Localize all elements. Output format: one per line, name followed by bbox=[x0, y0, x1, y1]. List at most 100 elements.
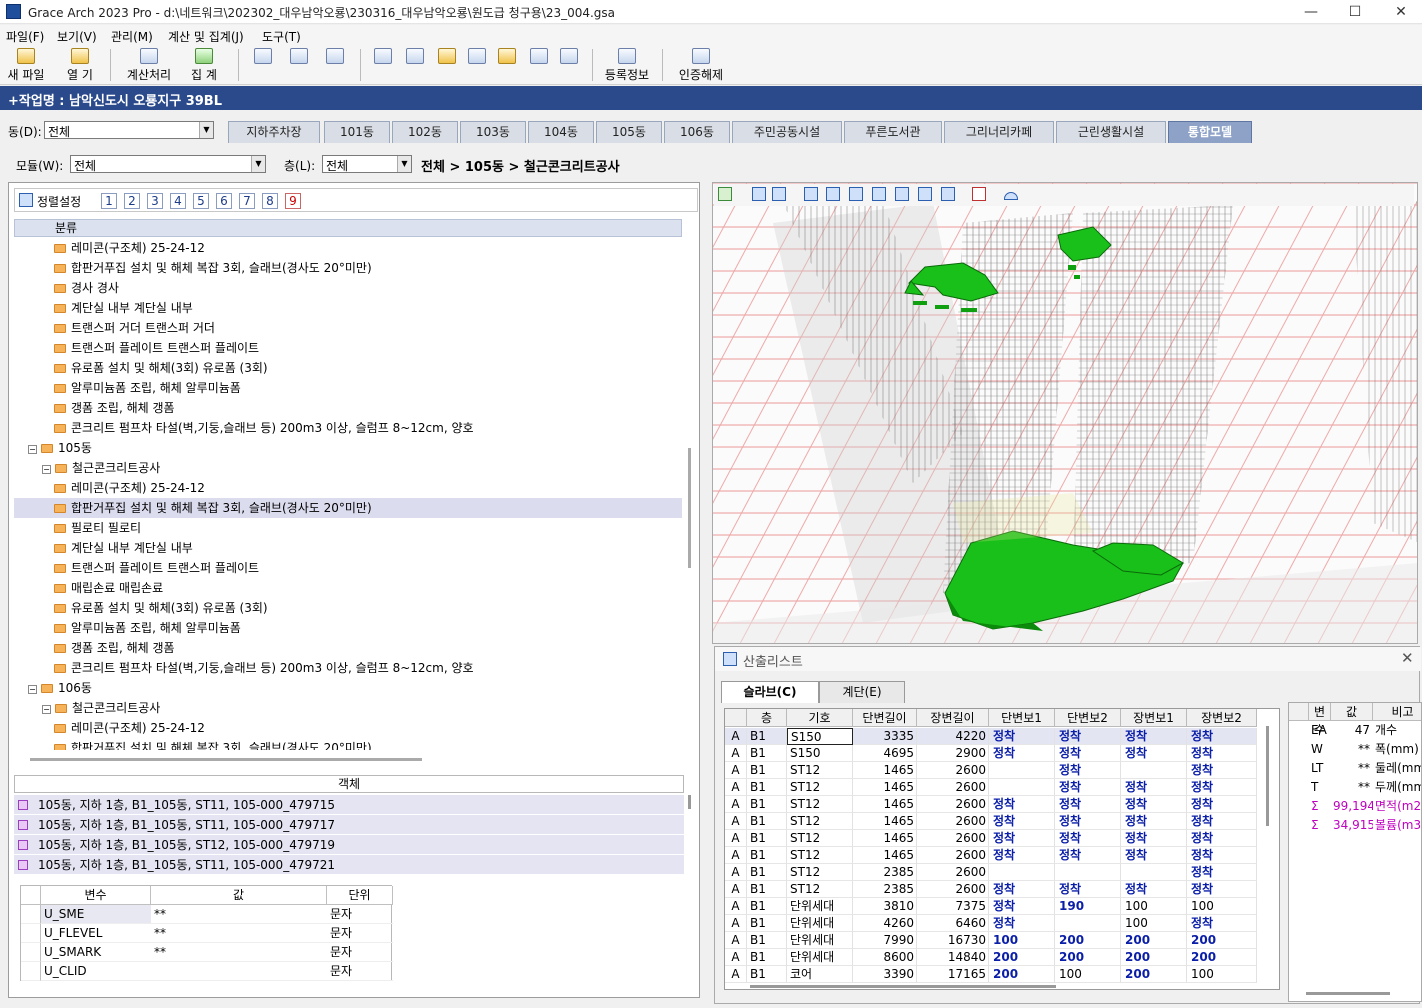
calc-col-header[interactable]: 장변길이 bbox=[917, 709, 989, 727]
module-select[interactable]: 전체 ▼ bbox=[70, 155, 266, 173]
calc-cell[interactable]: 정착 bbox=[1055, 745, 1121, 762]
rotate-icon[interactable] bbox=[752, 187, 766, 201]
grid-hscrollbar[interactable] bbox=[750, 985, 1056, 988]
category-tree[interactable]: 레미콘(구조체) 25-24-12 합판거푸집 설치 및 해체 복잡 3회, 슬래… bbox=[14, 238, 682, 750]
object-row[interactable]: 105동, 지하 1층, B1_105동, ST12, 105-000_4797… bbox=[14, 835, 684, 855]
print-preview-button[interactable] bbox=[324, 48, 346, 66]
calc-cell[interactable]: 정착 bbox=[1187, 796, 1257, 813]
view-right-icon[interactable] bbox=[918, 187, 932, 201]
calc-cell[interactable]: 2600 bbox=[917, 762, 989, 779]
tab-102[interactable]: 102동 bbox=[392, 121, 458, 143]
model-icon[interactable] bbox=[718, 187, 732, 201]
calc-cell[interactable]: A bbox=[725, 847, 747, 864]
calc-cell[interactable]: 14840 bbox=[917, 949, 989, 966]
tree-item[interactable]: − 철근콘크리트공사 bbox=[14, 698, 682, 718]
tool-button-3[interactable] bbox=[436, 48, 458, 66]
calc-cell[interactable]: 3390 bbox=[853, 966, 917, 983]
calc-cell[interactable]: 단위세대 bbox=[787, 932, 853, 949]
calc-cell[interactable]: 2385 bbox=[853, 881, 917, 898]
calc-cell[interactable]: 1465 bbox=[853, 779, 917, 796]
calc-cell[interactable]: 정착 bbox=[1055, 779, 1121, 796]
calc-cell[interactable]: B1 bbox=[747, 949, 787, 966]
calc-cell[interactable]: ST12 bbox=[787, 881, 853, 898]
tree-item[interactable]: 계단실 내부 계단실 내부 bbox=[14, 298, 682, 318]
tree-item[interactable]: 알루미늄폼 조립, 해체 알루미늄폼 bbox=[14, 618, 682, 638]
var-value-cell[interactable]: ** bbox=[151, 943, 327, 962]
var-value-cell[interactable]: ** bbox=[151, 905, 327, 924]
calc-cell[interactable]: 정착 bbox=[1121, 745, 1187, 762]
tab-parking[interactable]: 지하주차장 bbox=[228, 121, 320, 143]
calc-cell[interactable] bbox=[1055, 915, 1121, 932]
view-front-icon[interactable] bbox=[826, 187, 840, 201]
calc-cell[interactable]: A bbox=[725, 966, 747, 983]
calc-cell[interactable]: 정착 bbox=[1121, 779, 1187, 796]
list-icon[interactable] bbox=[972, 187, 986, 201]
calc-cell[interactable]: 200 bbox=[1121, 949, 1187, 966]
tool-button-1[interactable] bbox=[372, 48, 394, 66]
dong-select[interactable]: 전체 ▼ bbox=[44, 121, 214, 139]
calc-cell[interactable]: 2600 bbox=[917, 813, 989, 830]
calc-cell[interactable]: A bbox=[725, 932, 747, 949]
calc-cell[interactable]: A bbox=[725, 779, 747, 796]
calc-cell[interactable] bbox=[989, 762, 1055, 779]
calc-cell[interactable]: B1 bbox=[747, 728, 787, 745]
calc-cell[interactable]: 1465 bbox=[853, 796, 917, 813]
calc-cell[interactable]: 정착 bbox=[1055, 762, 1121, 779]
floor-select[interactable]: 전체 ▼ bbox=[322, 155, 412, 173]
tab-integrated-model[interactable]: 통합모델 bbox=[1168, 121, 1252, 143]
calc-col-header[interactable] bbox=[725, 709, 747, 727]
calc-cell[interactable]: 200 bbox=[1187, 949, 1257, 966]
calc-cell[interactable]: B1 bbox=[747, 915, 787, 932]
tree-item[interactable]: 레미콘(구조체) 25-24-12 bbox=[14, 718, 682, 738]
calc-cell[interactable]: A bbox=[725, 728, 747, 745]
calc-cell[interactable]: 2600 bbox=[917, 779, 989, 796]
sort-settings-button[interactable]: 정렬설정 bbox=[37, 193, 81, 210]
calc-cell[interactable]: B1 bbox=[747, 796, 787, 813]
level-button-5[interactable]: 5 bbox=[193, 193, 209, 209]
tool-button-7[interactable] bbox=[558, 48, 580, 66]
calc-cell[interactable]: 정착 bbox=[1187, 830, 1257, 847]
model-3d-view[interactable] bbox=[712, 182, 1418, 644]
calc-cell[interactable]: 정착 bbox=[989, 745, 1055, 762]
calc-cell[interactable]: S150 bbox=[787, 728, 853, 745]
calc-cell[interactable]: B1 bbox=[747, 881, 787, 898]
open-button[interactable]: 열 기 bbox=[60, 48, 100, 83]
calc-cell[interactable]: A bbox=[725, 864, 747, 881]
calc-cell[interactable]: 100 bbox=[1187, 966, 1257, 983]
calc-cell[interactable]: 정착 bbox=[1187, 779, 1257, 796]
zoom-button[interactable] bbox=[252, 48, 274, 66]
calc-cell[interactable]: 정착 bbox=[989, 813, 1055, 830]
view-back-icon[interactable] bbox=[849, 187, 863, 201]
tab-stair[interactable]: 계단(E) bbox=[819, 681, 905, 703]
tool-button-5[interactable] bbox=[496, 48, 518, 66]
calc-col-header[interactable]: 단변보1 bbox=[989, 709, 1055, 727]
tree-item[interactable]: 레미콘(구조체) 25-24-12 bbox=[14, 478, 682, 498]
calc-cell[interactable]: 3335 bbox=[853, 728, 917, 745]
calc-cell[interactable]: 단위세대 bbox=[787, 898, 853, 915]
calc-col-header[interactable]: 기호 bbox=[787, 709, 853, 727]
level-button-1[interactable]: 1 bbox=[101, 193, 117, 209]
level-button-4[interactable]: 4 bbox=[170, 193, 186, 209]
calc-cell[interactable]: 4220 bbox=[917, 728, 989, 745]
calc-cell[interactable]: 1465 bbox=[853, 813, 917, 830]
calc-col-header[interactable]: 단변보2 bbox=[1055, 709, 1121, 727]
maximize-button[interactable]: ☐ bbox=[1340, 2, 1370, 22]
calc-grid[interactable]: 층 기호 단변길이 장변길이 단변보1 단변보2 장변보1 장변보2 A B1 S150 3335 42… bbox=[724, 708, 1280, 990]
tree-item[interactable]: 합판거푸집 설치 및 해체 복잡 3회, 슬래브(경사도 20°미만) bbox=[14, 738, 682, 750]
calc-cell[interactable]: B1 bbox=[747, 745, 787, 762]
calc-cell[interactable]: 100 bbox=[1055, 966, 1121, 983]
calc-cell[interactable]: 200 bbox=[1055, 949, 1121, 966]
object-row[interactable]: 105동, 지하 1층, B1_105동, ST11, 105-000_4797… bbox=[14, 855, 684, 875]
calc-cell[interactable]: 정착 bbox=[1121, 813, 1187, 830]
tool-button-2[interactable] bbox=[404, 48, 426, 66]
calc-cell[interactable]: 정착 bbox=[989, 830, 1055, 847]
tree-item[interactable]: 레미콘(구조체) 25-24-12 bbox=[14, 238, 682, 258]
tree-item[interactable]: 알루미늄폼 조립, 해체 알루미늄폼 bbox=[14, 378, 682, 398]
calc-cell[interactable]: 정착 bbox=[1121, 830, 1187, 847]
tab-104[interactable]: 104동 bbox=[528, 121, 594, 143]
calc-cell[interactable]: 100 bbox=[1187, 898, 1257, 915]
tree-item[interactable]: 트랜스퍼 거더 트랜스퍼 거더 bbox=[14, 318, 682, 338]
tab-community[interactable]: 주민공동시설 bbox=[732, 121, 842, 143]
calc-cell[interactable]: 2385 bbox=[853, 864, 917, 881]
aggregate-button[interactable]: 집 계 bbox=[184, 48, 224, 83]
